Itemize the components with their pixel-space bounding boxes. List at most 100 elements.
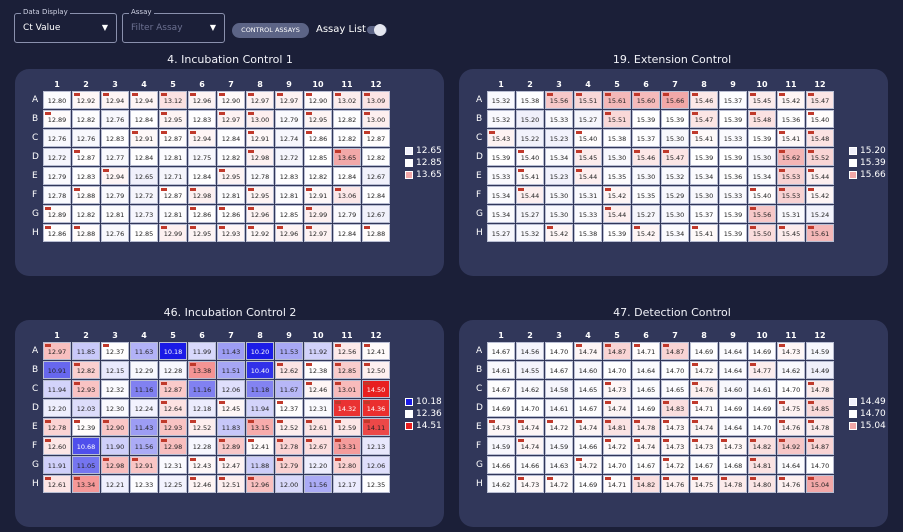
well-cell[interactable]: 12.72 [43,148,71,166]
well-cell[interactable]: 15.47 [806,91,834,109]
well-cell[interactable]: 15.51 [574,91,602,109]
well-cell[interactable]: 13.01 [333,380,361,398]
well-cell[interactable]: 15.32 [661,167,689,185]
well-cell[interactable]: 12.38 [304,361,332,379]
well-cell[interactable]: 12.87 [72,148,100,166]
well-cell[interactable]: 12.64 [159,399,187,417]
well-cell[interactable]: 15.27 [487,224,515,242]
well-cell[interactable]: 11.53 [275,342,303,360]
well-cell[interactable]: 14.61 [748,380,776,398]
well-cell[interactable]: 12.93 [217,224,245,242]
well-cell[interactable]: 12.85 [333,361,361,379]
well-cell[interactable]: 15.42 [603,186,631,204]
well-cell[interactable]: 12.96 [246,475,274,493]
well-cell[interactable]: 15.34 [661,224,689,242]
well-cell[interactable]: 15.40 [574,129,602,147]
well-cell[interactable]: 12.94 [130,91,158,109]
well-cell[interactable]: 14.59 [806,342,834,360]
well-cell[interactable]: 14.63 [545,456,573,474]
well-cell[interactable]: 12.91 [130,456,158,474]
well-cell[interactable]: 14.74 [574,342,602,360]
well-cell[interactable]: 12.87 [362,129,390,147]
well-cell[interactable]: 10.68 [72,437,100,455]
well-cell[interactable]: 12.97 [246,91,274,109]
well-cell[interactable]: 12.24 [130,399,158,417]
well-cell[interactable]: 15.30 [661,205,689,223]
well-cell[interactable]: 15.46 [690,91,718,109]
well-cell[interactable]: 11.56 [130,437,158,455]
well-cell[interactable]: 12.78 [43,186,71,204]
well-cell[interactable]: 14.73 [690,437,718,455]
well-cell[interactable]: 12.90 [304,91,332,109]
well-cell[interactable]: 14.69 [690,342,718,360]
well-cell[interactable]: 12.83 [275,167,303,185]
well-cell[interactable]: 15.41 [690,129,718,147]
well-cell[interactable]: 15.27 [632,205,660,223]
well-cell[interactable]: 12.86 [217,205,245,223]
well-cell[interactable]: 15.20 [516,110,544,128]
well-cell[interactable]: 15.34 [690,167,718,185]
well-cell[interactable]: 14.76 [777,418,805,436]
well-cell[interactable]: 12.73 [130,205,158,223]
well-cell[interactable]: 12.79 [43,167,71,185]
well-cell[interactable]: 14.74 [603,399,631,417]
well-cell[interactable]: 15.40 [516,148,544,166]
well-cell[interactable]: 15.39 [632,110,660,128]
well-cell[interactable]: 15.44 [603,205,631,223]
well-cell[interactable]: 15.56 [545,91,573,109]
well-cell[interactable]: 11.18 [246,380,274,398]
well-cell[interactable]: 12.85 [130,224,158,242]
well-cell[interactable]: 15.39 [719,224,747,242]
well-cell[interactable]: 15.38 [516,91,544,109]
well-cell[interactable]: 15.60 [632,91,660,109]
well-cell[interactable]: 12.17 [333,475,361,493]
well-cell[interactable]: 12.82 [72,205,100,223]
well-cell[interactable]: 14.71 [690,399,718,417]
well-cell[interactable]: 15.31 [574,186,602,204]
well-cell[interactable]: 15.39 [719,148,747,166]
well-cell[interactable]: 15.32 [487,91,515,109]
well-cell[interactable]: 10.40 [246,361,274,379]
well-cell[interactable]: 12.94 [101,91,129,109]
well-cell[interactable]: 13.02 [333,91,361,109]
well-cell[interactable]: 15.41 [690,224,718,242]
well-cell[interactable]: 14.69 [487,399,515,417]
well-cell[interactable]: 11.92 [304,342,332,360]
well-cell[interactable]: 11.85 [72,342,100,360]
well-cell[interactable]: 15.37 [690,205,718,223]
well-cell[interactable]: 12.72 [275,148,303,166]
well-cell[interactable]: 12.91 [130,129,158,147]
well-cell[interactable]: 14.67 [487,342,515,360]
well-cell[interactable]: 15.42 [806,186,834,204]
well-cell[interactable]: 14.72 [545,418,573,436]
well-cell[interactable]: 13.00 [362,110,390,128]
assay-list-toggle[interactable] [367,24,387,36]
well-cell[interactable]: 12.98 [188,186,216,204]
well-cell[interactable]: 12.28 [159,361,187,379]
well-cell[interactable]: 12.52 [188,418,216,436]
well-cell[interactable]: 15.22 [516,129,544,147]
well-cell[interactable]: 12.61 [304,418,332,436]
well-cell[interactable]: 15.52 [806,148,834,166]
well-cell[interactable]: 15.39 [603,224,631,242]
well-cell[interactable]: 12.31 [159,456,187,474]
well-cell[interactable]: 14.74 [574,418,602,436]
well-cell[interactable]: 12.20 [304,456,332,474]
well-cell[interactable]: 15.30 [748,148,776,166]
well-cell[interactable]: 15.41 [516,167,544,185]
well-cell[interactable]: 14.67 [574,399,602,417]
well-cell[interactable]: 14.67 [487,380,515,398]
well-cell[interactable]: 12.88 [72,186,100,204]
well-cell[interactable]: 15.04 [806,475,834,493]
well-cell[interactable]: 12.67 [362,167,390,185]
well-cell[interactable]: 11.94 [43,380,71,398]
well-cell[interactable]: 12.81 [159,148,187,166]
well-cell[interactable]: 15.48 [806,129,834,147]
well-cell[interactable]: 15.40 [806,110,834,128]
well-cell[interactable]: 14.82 [748,437,776,455]
well-cell[interactable]: 14.61 [487,361,515,379]
well-cell[interactable]: 15.39 [661,110,689,128]
well-cell[interactable]: 12.72 [130,186,158,204]
well-cell[interactable]: 12.61 [43,475,71,493]
well-cell[interactable]: 14.64 [777,456,805,474]
